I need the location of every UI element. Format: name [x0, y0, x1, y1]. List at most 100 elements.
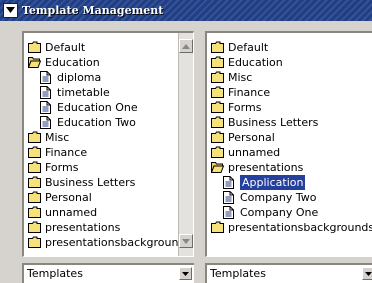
left-region-dropdown-button[interactable]	[179, 267, 192, 280]
scroll-up-button[interactable]	[179, 39, 193, 53]
tree-item-label: Application	[238, 174, 307, 191]
left-vertical-scrollbar[interactable]	[178, 33, 193, 256]
document-icon	[40, 71, 53, 84]
document-icon	[40, 101, 53, 114]
right-tree-item[interactable]: presentations	[207, 160, 372, 175]
tree-item-label: presentations	[45, 221, 121, 234]
right-tree-item[interactable]: Default	[207, 40, 372, 55]
scroll-down-button[interactable]	[179, 234, 193, 248]
folder-icon	[28, 191, 41, 204]
right-template-tree[interactable]: Default Education Misc Finance Forms Business…	[205, 31, 372, 257]
tree-item-label: Forms	[228, 101, 262, 114]
document-icon	[40, 116, 53, 129]
tree-item-label: Business Letters	[228, 116, 319, 129]
left-tree-item[interactable]: Personal	[24, 190, 191, 205]
left-tree-item[interactable]: Education	[24, 55, 191, 70]
folder-icon	[211, 71, 224, 84]
folder-icon	[28, 161, 41, 174]
left-tree-item[interactable]: diploma	[24, 70, 191, 85]
tree-item-label: Forms	[45, 161, 79, 174]
tree-item-label: Company Two	[240, 191, 317, 204]
left-tree-item[interactable]: Misc	[24, 130, 191, 145]
tree-item-label: Education	[228, 56, 283, 69]
tree-item-label: Personal	[228, 131, 275, 144]
chevron-down-icon	[6, 7, 15, 13]
folder-icon	[211, 86, 224, 99]
right-tree-item[interactable]: Company Two	[207, 190, 372, 205]
folder-icon	[211, 146, 224, 159]
left-template-tree[interactable]: Default Education diploma timetable Educatio…	[22, 31, 194, 257]
tree-item-label: unnamed	[45, 206, 98, 219]
right-tree-item[interactable]: Misc	[207, 70, 372, 85]
tree-item-label: Business Letters	[45, 176, 136, 189]
tree-item-label: Default	[45, 41, 86, 54]
folder-icon	[28, 131, 41, 144]
arrow-up-icon	[182, 43, 190, 49]
tree-item-label: Education	[45, 56, 100, 69]
tree-item-label: timetable	[57, 86, 110, 99]
right-tree-item[interactable]: Forms	[207, 100, 372, 115]
left-tree-item[interactable]: Business Letters	[24, 175, 191, 190]
left-tree-list: Default Education diploma timetable Educatio…	[24, 40, 191, 250]
right-tree-item[interactable]: Personal	[207, 130, 372, 145]
tree-item-label: diploma	[57, 71, 102, 84]
right-tree-item[interactable]: Company One	[207, 205, 372, 220]
tree-item-label: presentationsbackgrounds	[45, 236, 192, 249]
document-icon	[223, 206, 236, 219]
folder-icon	[28, 146, 41, 159]
folder-icon	[28, 236, 41, 249]
window-titlebar[interactable]: Template Management	[0, 0, 372, 21]
folder-icon	[211, 56, 224, 69]
right-tree-item[interactable]: Finance	[207, 85, 372, 100]
folder-icon	[28, 41, 41, 54]
left-tree-item[interactable]: timetable	[24, 85, 191, 100]
left-tree-item[interactable]: Default	[24, 40, 191, 55]
tree-item-label: Company One	[240, 206, 319, 219]
arrow-down-icon	[182, 238, 190, 244]
right-tree-list: Default Education Misc Finance Forms Business…	[207, 40, 372, 235]
tree-item-label: Default	[228, 41, 269, 54]
tree-item-label: unnamed	[228, 146, 281, 159]
left-tree-item[interactable]: Forms	[24, 160, 191, 175]
left-tree-item[interactable]: Education Two	[24, 115, 191, 130]
folder-icon	[211, 116, 224, 129]
right-tree-item[interactable]: Application	[207, 174, 372, 191]
document-icon	[40, 86, 53, 99]
tree-item-label: Finance	[45, 146, 88, 159]
folder-open-icon	[211, 161, 224, 174]
tree-item-label: Education One	[57, 101, 138, 114]
right-tree-item[interactable]: Education	[207, 55, 372, 70]
tree-item-label: Personal	[45, 191, 92, 204]
left-tree-item[interactable]: Education One	[24, 100, 191, 115]
window-title: Template Management	[22, 4, 164, 17]
right-tree-item[interactable]: Business Letters	[207, 115, 372, 130]
folder-icon	[211, 101, 224, 114]
folder-icon	[211, 221, 224, 234]
document-icon	[223, 191, 236, 204]
tree-item-label: Education Two	[57, 116, 136, 129]
right-tree-item[interactable]: presentationsbackgrounds	[207, 220, 372, 235]
tree-item-label: presentationsbackgrounds	[228, 221, 372, 234]
right-region-dropdown-button[interactable]	[362, 267, 372, 280]
tree-item-label: Misc	[45, 131, 70, 144]
right-region-select-value: Templates	[210, 267, 266, 280]
right-tree-item[interactable]: unnamed	[207, 145, 372, 160]
folder-icon	[28, 206, 41, 219]
document-icon	[223, 176, 236, 189]
left-tree-item[interactable]: Finance	[24, 145, 191, 160]
right-region-select[interactable]: Templates	[205, 263, 372, 283]
left-tree-item[interactable]: presentations	[24, 220, 191, 235]
folder-icon	[28, 176, 41, 189]
tree-item-label: Finance	[228, 86, 271, 99]
left-region-select[interactable]: Templates	[22, 263, 194, 283]
left-tree-item[interactable]: unnamed	[24, 205, 191, 220]
folder-icon	[211, 131, 224, 144]
folder-open-icon	[28, 56, 41, 69]
left-region-select-value: Templates	[27, 267, 83, 280]
folder-icon	[28, 221, 41, 234]
tree-item-label: presentations	[228, 161, 304, 174]
folder-icon	[211, 41, 224, 54]
tree-item-label: Misc	[228, 71, 253, 84]
window-menu-button[interactable]	[3, 3, 18, 18]
left-tree-item[interactable]: presentationsbackgrounds	[24, 235, 191, 250]
